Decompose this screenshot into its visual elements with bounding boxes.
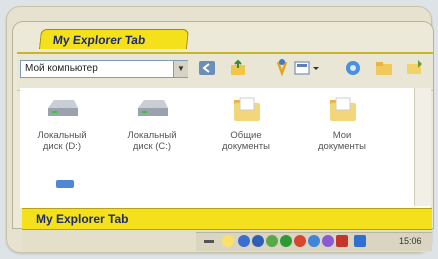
list-item[interactable]: Мои документы bbox=[302, 94, 382, 152]
back-icon[interactable] bbox=[197, 58, 217, 78]
minimize-icon[interactable] bbox=[204, 240, 214, 243]
update-icon[interactable] bbox=[322, 235, 334, 247]
item-label-line2: документы bbox=[222, 141, 270, 152]
globe-icon[interactable] bbox=[266, 235, 278, 247]
list-item[interactable]: Общие документы bbox=[206, 94, 286, 152]
tab-my-explorer[interactable]: My Explorer Tab bbox=[38, 29, 190, 49]
speaker-icon[interactable] bbox=[252, 235, 264, 247]
list-item[interactable]: Локальный диск (C:) bbox=[112, 94, 192, 152]
address-combobox[interactable]: Мой компьютер bbox=[20, 60, 188, 78]
lightbulb-icon[interactable] bbox=[222, 235, 234, 247]
item-label-line1: Мои bbox=[332, 130, 352, 141]
item-label-line1: Локальный bbox=[37, 130, 87, 141]
sync-icon[interactable] bbox=[343, 58, 363, 78]
hard-drive-icon bbox=[138, 100, 168, 116]
taskbar-tab-my-explorer[interactable]: My Explorer Tab bbox=[22, 208, 432, 230]
up-folder-icon[interactable] bbox=[228, 58, 248, 78]
item-label-line2: документы bbox=[318, 141, 366, 152]
item-label-line1: Общие bbox=[230, 130, 262, 141]
arrow-icon[interactable] bbox=[404, 58, 424, 78]
clock[interactable]: 15:06 bbox=[399, 233, 422, 249]
folder-icon bbox=[234, 97, 260, 121]
shield-icon[interactable] bbox=[280, 235, 292, 247]
chevron-down-icon[interactable]: ▼ bbox=[173, 61, 188, 77]
app-icon[interactable] bbox=[336, 235, 348, 247]
list-item[interactable]: Локальный диск (D:) bbox=[22, 94, 102, 152]
network-icon[interactable] bbox=[238, 235, 250, 247]
antivirus-icon[interactable] bbox=[294, 235, 306, 247]
partial-item-icon[interactable] bbox=[56, 180, 74, 188]
view-menu-icon[interactable] bbox=[293, 58, 321, 78]
item-label-line1: Локальный bbox=[127, 130, 177, 141]
folder-icon bbox=[330, 97, 356, 121]
item-label-line2: диск (C:) bbox=[132, 141, 172, 152]
vertical-scrollbar[interactable] bbox=[414, 88, 431, 206]
folder-star-icon[interactable] bbox=[272, 58, 292, 78]
hard-drive-icon bbox=[48, 100, 78, 116]
messenger-icon[interactable] bbox=[308, 235, 320, 247]
monitor-icon[interactable] bbox=[354, 235, 366, 247]
folder-icon[interactable] bbox=[374, 58, 394, 78]
item-label-line2: диск (D:) bbox=[42, 141, 82, 152]
